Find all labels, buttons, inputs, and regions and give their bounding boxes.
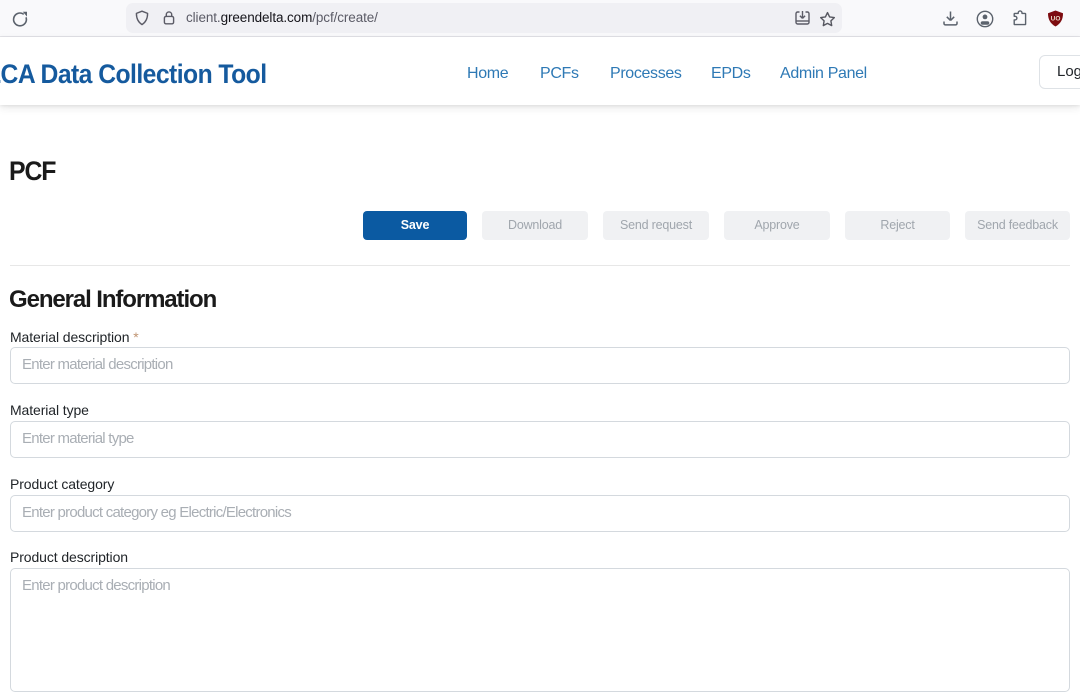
svg-text:UO: UO	[1051, 16, 1061, 23]
